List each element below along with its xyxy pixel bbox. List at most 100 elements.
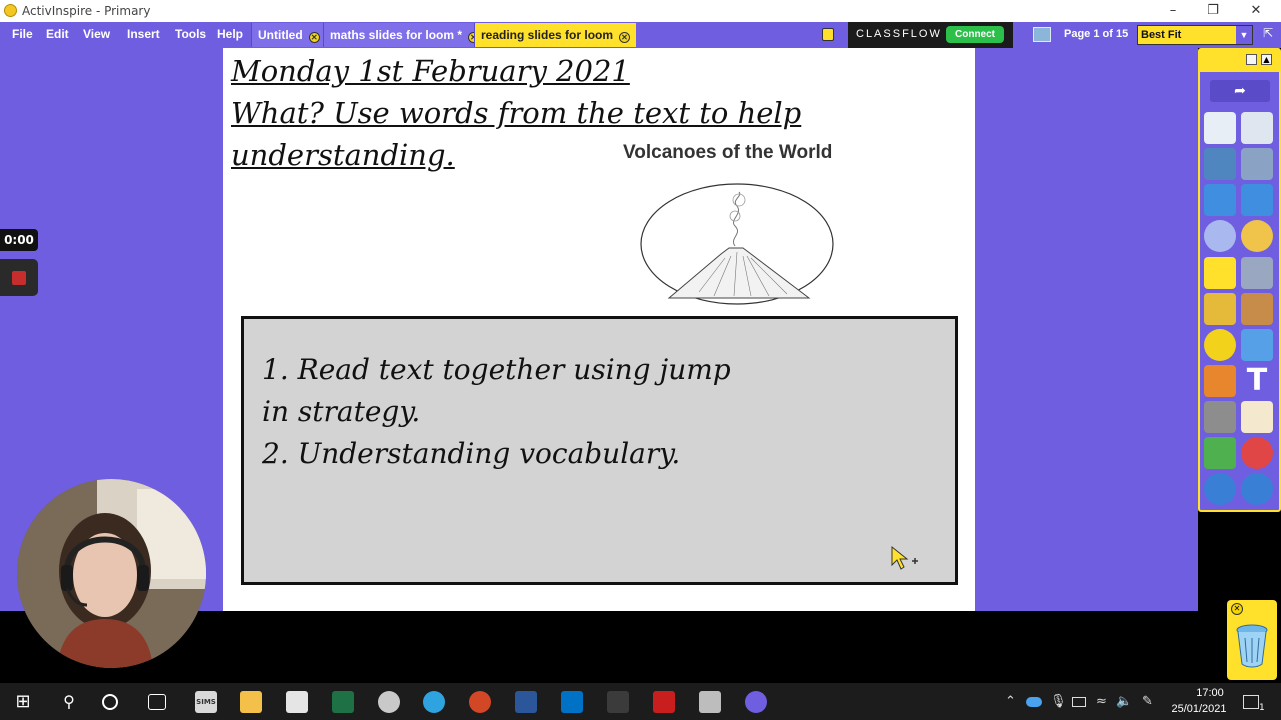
zoom-select[interactable]: Best Fit ▼	[1137, 25, 1253, 45]
windows-start-icon[interactable]: ⊞	[12, 691, 34, 713]
activinspire-app-icon	[4, 4, 17, 17]
expand-icon[interactable]: ⇱	[1258, 26, 1278, 44]
tab-close-icon[interactable]: ✕	[619, 32, 631, 43]
menu-help[interactable]: Help	[217, 27, 243, 41]
store-icon[interactable]	[286, 691, 308, 713]
text-tool-icon[interactable]: T	[1241, 365, 1273, 397]
reset-page-icon[interactable]	[1241, 437, 1273, 469]
excel-icon[interactable]	[332, 691, 354, 713]
play-icon[interactable]	[1204, 220, 1236, 252]
classflow-panel: CLASSFLOW Connect	[848, 22, 1013, 48]
recording-timer: 0:00	[0, 229, 38, 251]
resource-library-icon[interactable]	[1204, 365, 1236, 397]
chevron-down-icon[interactable]: ▼	[1236, 26, 1252, 44]
select-tool-icon[interactable]	[1204, 257, 1236, 289]
fill-tool-icon[interactable]	[1241, 293, 1273, 325]
pen-icon[interactable]: ✎	[1142, 694, 1153, 709]
notification-count: 1	[1259, 703, 1265, 713]
restore-button[interactable]: ❐	[1203, 2, 1223, 20]
trash-panel[interactable]: ✕	[1227, 600, 1277, 680]
trash-icon[interactable]	[1235, 624, 1269, 668]
tab-reading-slides[interactable]: reading slides for loom ✕	[474, 23, 637, 47]
duplicate-icon[interactable]	[1241, 401, 1273, 433]
stop-recording-button[interactable]	[0, 259, 38, 296]
page-browser-icon[interactable]	[1033, 27, 1051, 42]
webcam-person-image	[17, 479, 206, 668]
task-box[interactable]: 1. Read text together using jump in stra…	[241, 316, 958, 585]
undo-icon[interactable]	[1204, 473, 1236, 505]
next-page-icon[interactable]	[1241, 184, 1273, 216]
tab-close-icon[interactable]: ✕	[308, 32, 320, 43]
file-explorer-icon[interactable]	[240, 691, 262, 713]
main-menu-icon[interactable]	[1204, 112, 1236, 144]
tools-icon[interactable]	[1241, 257, 1273, 289]
paint-icon[interactable]	[378, 691, 400, 713]
cortana-icon[interactable]	[102, 694, 118, 710]
zoom-selected-value: Best Fit	[1141, 29, 1182, 41]
pen-tool-icon[interactable]	[1204, 293, 1236, 325]
menu-insert[interactable]: Insert	[127, 27, 160, 41]
task-line-3: 2. Understanding vocabulary.	[262, 437, 681, 470]
search-icon[interactable]: ⚲	[58, 691, 80, 713]
loom-icon[interactable]	[745, 691, 767, 713]
tab-label: reading slides for loom	[481, 28, 614, 42]
page-indicator: Page 1 of 15	[1064, 28, 1129, 40]
connector-tool-icon[interactable]	[1241, 329, 1273, 361]
volume-icon[interactable]: 🔈	[1116, 694, 1132, 709]
app-icon[interactable]	[607, 691, 629, 713]
tab-maths-slides[interactable]: maths slides for loom *✕	[323, 23, 486, 47]
menu-file[interactable]: File	[12, 27, 33, 41]
clock-date[interactable]: 25/01/2021	[1169, 703, 1229, 715]
share-icon[interactable]: ➦	[1210, 80, 1270, 102]
battery-icon[interactable]	[1072, 697, 1086, 707]
browsers-icon[interactable]	[1241, 112, 1273, 144]
tab-label: Untitled	[258, 28, 303, 42]
slide-question-line-2: understanding.	[231, 138, 455, 172]
media-icon[interactable]	[1204, 401, 1236, 433]
connect-button[interactable]: Connect	[946, 26, 1004, 43]
trash-close-icon[interactable]: ✕	[1231, 603, 1243, 615]
slide-date-heading: Monday 1st February 2021	[231, 54, 630, 88]
windows-taskbar: ⊞ ⚲ SIMS ⌃ 🎙 ≈ 🔈 ✎ 17:00 25/01/2021 1	[0, 683, 1281, 720]
flipchart-icon[interactable]	[822, 28, 834, 41]
toolbox-collapse-icon[interactable]: ▲	[1261, 54, 1272, 65]
menu-view[interactable]: View	[83, 27, 110, 41]
activinspire-taskbar-icon[interactable]	[699, 691, 721, 713]
toolbox-header: ▲	[1200, 50, 1279, 72]
window-title-bar: ActivInspire - Primary – ❐ ✕	[0, 0, 1281, 22]
mouse-cursor-icon	[891, 545, 918, 570]
microphone-icon[interactable]: 🎙	[1050, 694, 1067, 709]
menu-edit[interactable]: Edit	[46, 27, 69, 41]
clear-icon[interactable]	[1204, 437, 1236, 469]
toolbox-pin-icon[interactable]	[1246, 54, 1257, 65]
notifications-icon[interactable]	[1243, 695, 1259, 709]
sims-app-icon[interactable]: SIMS	[195, 691, 217, 713]
main-toolbox: ▲ ➦ T	[1198, 48, 1281, 512]
chevron-up-icon[interactable]: ⌃	[1005, 694, 1016, 709]
minimize-button[interactable]: –	[1163, 2, 1183, 20]
edge-icon[interactable]	[423, 691, 445, 713]
task-line-2: in strategy.	[262, 395, 421, 428]
tab-untitled[interactable]: Untitled ✕	[251, 23, 326, 47]
onedrive-icon[interactable]	[1026, 697, 1042, 707]
flipchart-page[interactable]: Monday 1st February 2021 What? Use words…	[223, 48, 975, 611]
desktop-tools-icon[interactable]	[1241, 148, 1273, 180]
clock-icon[interactable]	[1241, 220, 1273, 252]
shape-tool-icon[interactable]	[1204, 329, 1236, 361]
wifi-icon[interactable]: ≈	[1096, 694, 1107, 709]
tab-label: maths slides for loom *	[330, 28, 463, 42]
outlook-icon[interactable]	[561, 691, 583, 713]
clock-time[interactable]: 17:00	[1180, 687, 1240, 699]
menu-tools[interactable]: Tools	[175, 27, 206, 41]
acrobat-icon[interactable]	[653, 691, 675, 713]
annotate-desktop-icon[interactable]	[1204, 148, 1236, 180]
task-view-icon[interactable]	[148, 694, 166, 710]
stop-icon	[12, 271, 26, 285]
volcano-illustration	[640, 183, 834, 305]
word-icon[interactable]	[515, 691, 537, 713]
previous-page-icon[interactable]	[1204, 184, 1236, 216]
close-button[interactable]: ✕	[1246, 2, 1266, 20]
powerpoint-icon[interactable]	[469, 691, 491, 713]
redo-icon[interactable]	[1241, 473, 1273, 505]
slide-question-line-1: What? Use words from the text to help	[231, 96, 802, 130]
